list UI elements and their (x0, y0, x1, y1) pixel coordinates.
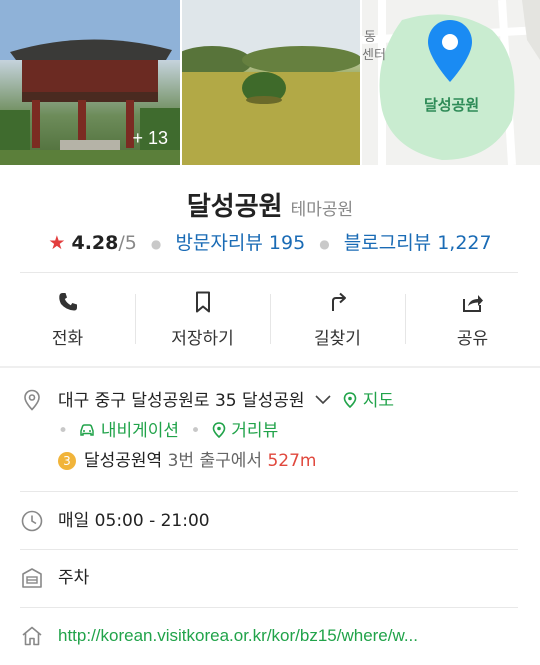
parking-text: 주차 (58, 568, 90, 588)
subway-station: 달성공원역 (84, 451, 163, 471)
phone-icon (58, 293, 77, 311)
map-label-left: 센터 (362, 48, 386, 63)
save-button[interactable]: 저장하기 (135, 290, 270, 350)
blog-reviews-link[interactable]: 블로그리뷰 1,227 (344, 232, 492, 254)
location-pin-icon (24, 389, 40, 411)
subway-distance: 527m (267, 451, 317, 471)
call-label: 전화 (51, 329, 84, 349)
address-block: 대구 중구 달성공원로 35 달성공원 지도 • 내비게이션 • 거리뷰 3 달성… (58, 388, 394, 474)
section-divider (0, 366, 540, 368)
save-label: 저장하기 (171, 329, 234, 349)
divider (20, 607, 518, 608)
call-button[interactable]: 전화 (0, 290, 135, 350)
photo-strip: + 13 동 센터 달성공원 (0, 0, 540, 165)
subway-line: 3 달성공원역 3번 출구에서 527m (58, 448, 394, 474)
place-name: 달성공원 (186, 192, 283, 222)
lawn-illustration (182, 0, 360, 165)
subway-line-badge: 3 (58, 452, 76, 470)
navigation-link[interactable]: 내비게이션 (79, 421, 184, 441)
chevron-down-icon[interactable] (314, 388, 332, 414)
home-icon (22, 626, 42, 646)
hours-text: 매일 05:00 - 21:00 (58, 511, 210, 531)
divider (20, 549, 518, 550)
share-label: 공유 (456, 329, 489, 349)
map-pin-small-icon (344, 392, 357, 409)
place-title-row: 달성공원 테마공원 (0, 186, 540, 223)
map-thumbnail[interactable]: 동 센터 달성공원 (362, 0, 540, 165)
hours-row[interactable]: 매일 05:00 - 21:00 (20, 509, 520, 533)
action-bar: 전화 저장하기 길찾기 공유 (0, 290, 540, 350)
share-button[interactable]: 공유 (405, 290, 540, 350)
navigation-link-label: 내비게이션 (100, 421, 180, 441)
address-row: 대구 중구 달성공원로 35 달성공원 지도 • 내비게이션 • 거리뷰 3 달성… (20, 388, 520, 474)
parking-garage-icon (22, 568, 42, 588)
directions-label: 길찾기 (314, 329, 361, 349)
address-line: 대구 중구 달성공원로 35 달성공원 지도 (58, 388, 394, 414)
streetview-link[interactable]: 거리뷰 (212, 421, 278, 441)
map-pin-icon (428, 20, 472, 82)
clock-icon (21, 510, 43, 532)
separator-dot: • (190, 421, 201, 441)
map-label-top: 동 (364, 30, 376, 45)
address-sublinks: • 내비게이션 • 거리뷰 (58, 418, 394, 444)
rating-max: /5 (118, 232, 137, 254)
streetview-pin-icon (212, 422, 226, 439)
website-row: http://korean.visitkorea.or.kr/kor/bz15/… (20, 624, 520, 648)
divider (20, 491, 518, 492)
rating-score: 4.28 (71, 232, 119, 254)
streetview-link-label: 거리뷰 (231, 421, 279, 441)
share-icon (462, 295, 483, 312)
visitor-reviews-link[interactable]: 방문자리뷰 195 (175, 232, 305, 254)
star-icon: ★ (48, 232, 66, 254)
subway-exit: 3번 출구에서 (167, 451, 263, 471)
photo-pavilion[interactable]: + 13 (0, 0, 180, 165)
photo-lawn[interactable] (182, 0, 360, 165)
separator-dot: ● (319, 236, 330, 251)
divider (20, 272, 518, 273)
rating-row: ★ 4.28/5 ● 방문자리뷰 195 ● 블로그리뷰 1,227 (0, 228, 540, 255)
address-text[interactable]: 대구 중구 달성공원로 35 달성공원 (58, 391, 305, 411)
car-icon (80, 424, 95, 436)
photo-count-badge: + 13 (132, 128, 168, 148)
website-link[interactable]: http://korean.visitkorea.or.kr/kor/bz15/… (58, 624, 518, 648)
parking-row[interactable]: 주차 (20, 566, 520, 590)
place-category: 테마공원 (290, 200, 354, 220)
bookmark-icon (195, 291, 210, 313)
separator-dot: ● (150, 236, 162, 251)
map-place-label: 달성공원 (424, 96, 480, 114)
separator-dot: • (58, 421, 69, 441)
map-link-label: 지도 (362, 391, 395, 411)
directions-icon (331, 292, 346, 311)
directions-button[interactable]: 길찾기 (270, 290, 405, 350)
map-link[interactable]: 지도 (343, 391, 394, 411)
